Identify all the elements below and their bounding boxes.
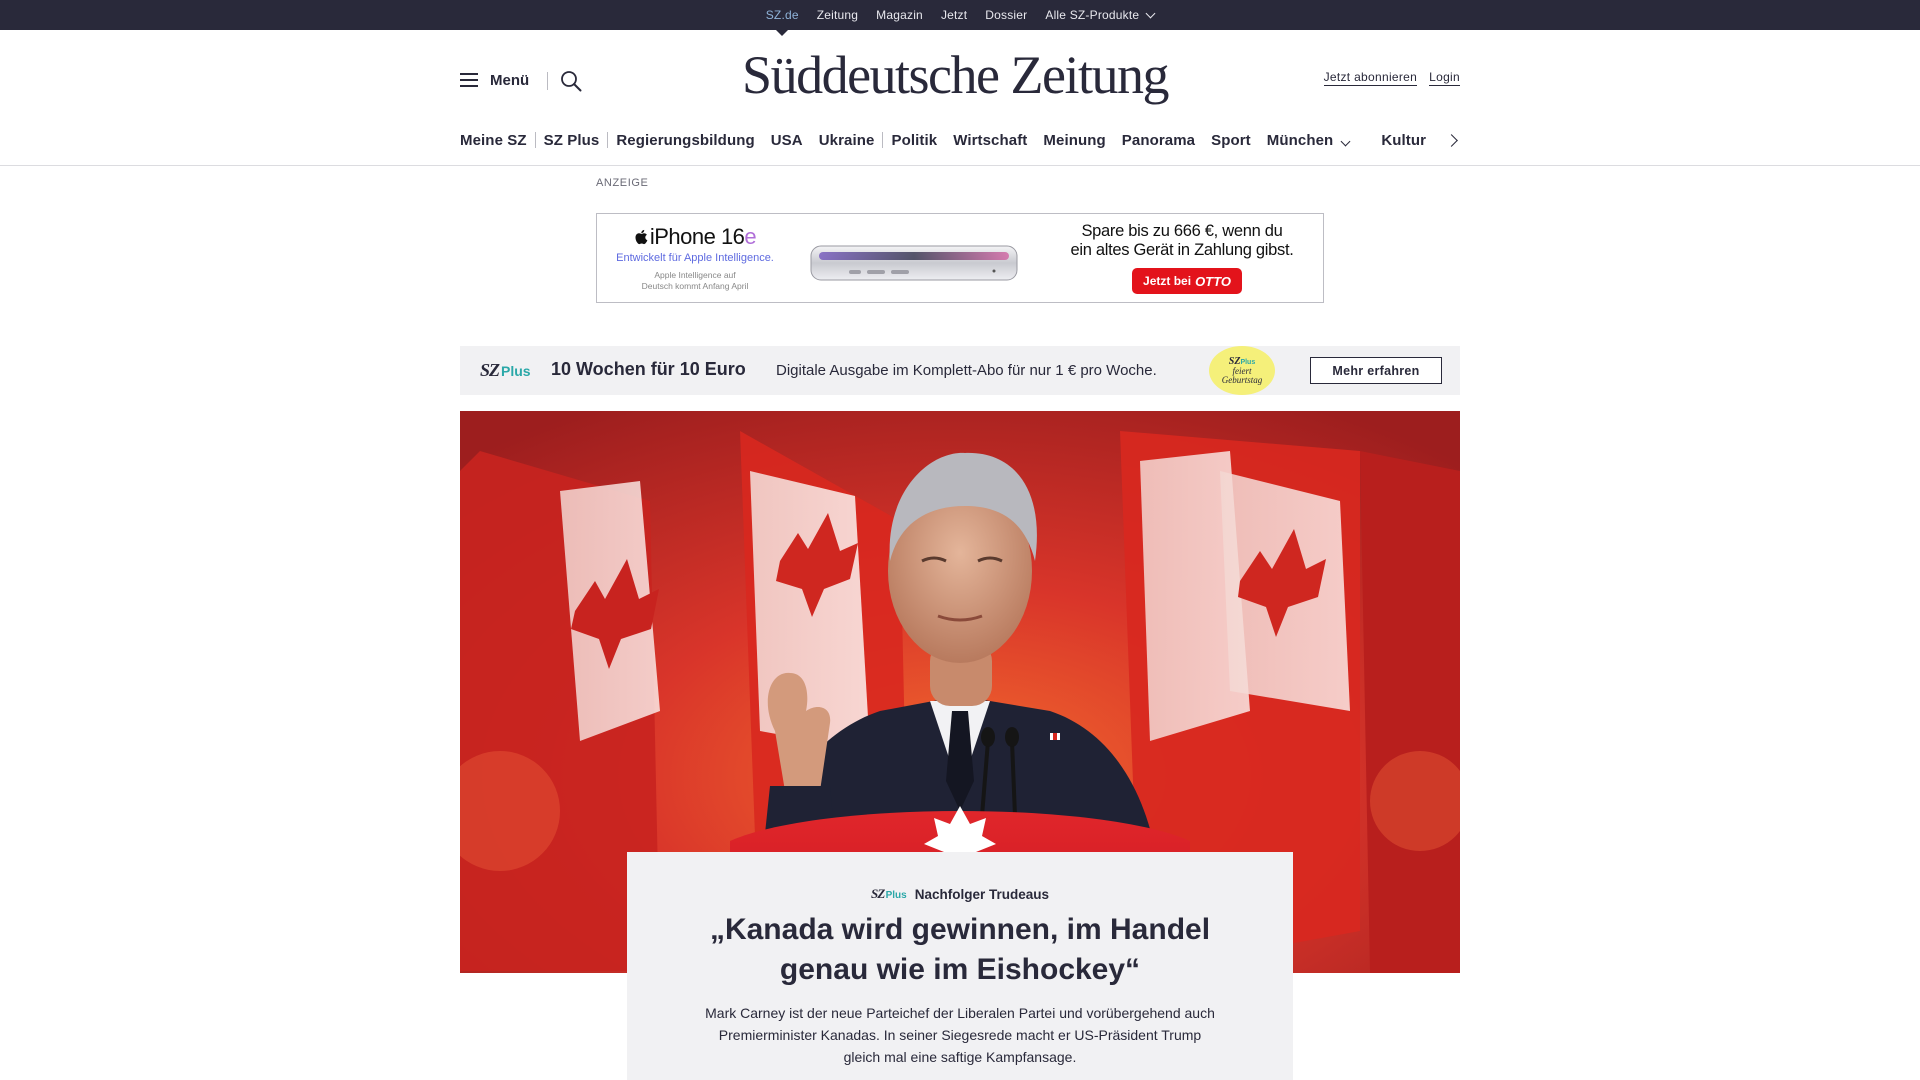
ad-copy-line: Spare bis zu 666 €, wenn du	[1081, 222, 1283, 240]
badge-logo: SZPlus	[1228, 355, 1256, 367]
header-divider	[0, 165, 1920, 166]
topbar-item-label: Alle SZ-Produkte	[1045, 8, 1140, 22]
topbar-item-magazin[interactable]: Magazin	[867, 0, 932, 30]
badge-logo-sz: SZ	[1228, 355, 1241, 367]
ad-fine-print: Apple Intelligence auf Deutsch kommt Anf…	[615, 270, 775, 292]
otto-logo: OTTO	[1195, 273, 1231, 289]
badge-text-line: Geburtstag	[1221, 374, 1263, 385]
nav-divider	[534, 132, 536, 148]
nav-item-meine-sz[interactable]: Meine SZ	[460, 132, 527, 149]
ad-label: ANZEIGE	[596, 177, 649, 189]
nav-divider	[882, 132, 884, 148]
ad-cta-button[interactable]: Jetzt bei OTTO	[1132, 268, 1242, 294]
sz-plus-logo-plus: Plus	[501, 363, 531, 379]
article-headline[interactable]: „Kanada wird gewinnen, im Handel genau w…	[680, 910, 1240, 990]
sz-plus-badge-plus: Plus	[885, 890, 907, 901]
topbar-item-sz-de[interactable]: SZ.de	[757, 0, 808, 30]
ad-fine-print-line: Deutsch kommt Anfang April	[641, 281, 749, 291]
sz-plus-promo-bar: SZ Plus 10 Wochen für 10 Euro Digitale Au…	[460, 346, 1460, 395]
birthday-badge: SZPlus feiert Geburtstag	[1209, 346, 1275, 395]
promo-text: Digitale Ausgabe im Komplett-Abo für nur…	[776, 362, 1157, 379]
ad-copy-line: ein altes Gerät in Zahlung gibst.	[1070, 241, 1294, 259]
nav-item-regierungsbildung[interactable]: Regierungsbildung	[616, 132, 754, 149]
nav-item-kultur[interactable]: Kultur	[1381, 132, 1426, 149]
mehr-erfahren-button[interactable]: Mehr erfahren	[1310, 357, 1442, 384]
main-nav: Meine SZ SZ Plus Regierungsbildung USA U…	[460, 128, 1460, 152]
sz-plus-logo: SZ Plus	[480, 360, 531, 381]
promo-title: 10 Wochen für 10 Euro	[551, 359, 746, 379]
menu-label: Menü	[490, 72, 530, 89]
nav-item-ukraine[interactable]: Ukraine	[819, 132, 875, 149]
site-header: Menü Süddeutsche Zeitung Jetzt abonniere…	[460, 30, 1460, 130]
ad-banner[interactable]: iPhone 16e Entwickelt für Apple Intellig…	[596, 213, 1324, 303]
nav-item-sport[interactable]: Sport	[1211, 132, 1251, 149]
nav-divider	[607, 132, 609, 148]
ad-phone-image	[810, 245, 1018, 281]
sz-plus-logo-sz: SZ	[480, 360, 500, 380]
ad-brand: iPhone 16e Entwickelt für Apple Intellig…	[615, 224, 775, 292]
kicker-text: Nachfolger Trudeaus	[914, 886, 1049, 902]
subscribe-link[interactable]: Jetzt abonnieren	[1323, 70, 1418, 86]
article-teaser-card[interactable]: SZPlus Nachfolger Trudeaus „Kanada wird …	[627, 852, 1293, 1080]
login-link[interactable]: Login	[1429, 70, 1460, 86]
ad-product-label: iPhone 16	[649, 224, 745, 249]
site-logo[interactable]: Süddeutsche Zeitung	[715, 44, 1195, 106]
menu-button[interactable]: Menü	[460, 72, 529, 89]
ad-tagline: Entwickelt für Apple Intelligence.	[616, 252, 774, 264]
sz-plus-badge-sz: SZ	[871, 886, 885, 901]
topbar-item-alle-sz-produkte[interactable]: Alle SZ-Produkte	[1036, 0, 1163, 30]
nav-item-panorama[interactable]: Panorama	[1122, 132, 1195, 149]
nav-item-usa[interactable]: USA	[771, 132, 803, 149]
ad-product-suffix: e	[744, 224, 757, 249]
divider	[547, 72, 548, 90]
account-links: Jetzt abonnieren Login	[1323, 70, 1460, 86]
sz-plus-badge: SZPlus	[871, 886, 907, 902]
article-teaser: Mark Carney ist der neue Parteichef der …	[705, 1005, 1215, 1065]
badge-logo-plus: Plus	[1240, 358, 1256, 366]
topbar-item-dossier[interactable]: Dossier	[976, 0, 1036, 30]
article-kicker: SZPlus Nachfolger Trudeaus	[627, 886, 1293, 902]
top-bar: SZ.de Zeitung Magazin Jetzt Dossier Alle…	[0, 0, 1920, 30]
ad-copy: Spare bis zu 666 €, wenn du ein altes Ge…	[1062, 222, 1302, 260]
ad-cta-label: Jetzt bei	[1143, 274, 1192, 288]
chevron-right-icon[interactable]	[1445, 133, 1458, 147]
search-icon[interactable]	[560, 70, 582, 92]
apple-logo-icon	[635, 229, 648, 245]
nav-item-sz-plus[interactable]: SZ Plus	[544, 132, 600, 149]
nav-item-label: München	[1266, 131, 1334, 149]
nav-item-wirtschaft[interactable]: Wirtschaft	[953, 132, 1027, 149]
hamburger-icon	[460, 73, 480, 88]
nav-item-meinung[interactable]: Meinung	[1043, 132, 1105, 149]
ad-fine-print-line: Apple Intelligence auf	[654, 270, 736, 280]
nav-item-muenchen[interactable]: München	[1266, 131, 1351, 149]
ad-product-name: iPhone 16e	[615, 224, 775, 250]
chevron-down-icon	[1145, 8, 1156, 18]
topbar-item-zeitung[interactable]: Zeitung	[808, 0, 867, 30]
nav-item-politik[interactable]: Politik	[891, 132, 937, 149]
chevron-down-icon	[1340, 136, 1351, 146]
topbar-item-jetzt[interactable]: Jetzt	[932, 0, 976, 30]
